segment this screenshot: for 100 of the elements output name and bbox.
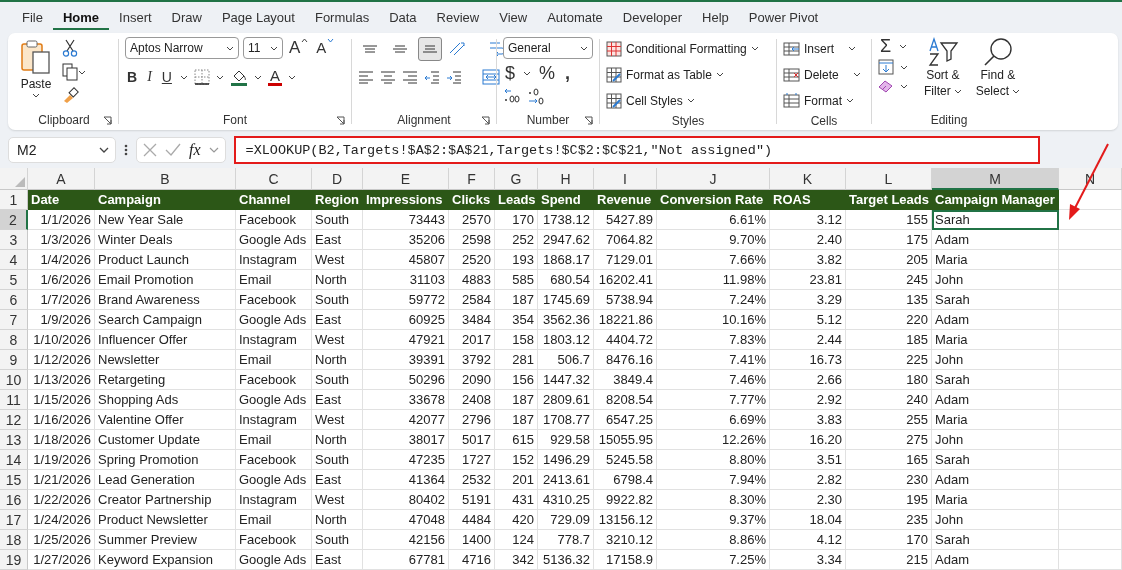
- row-number[interactable]: 8: [0, 330, 28, 350]
- row-number[interactable]: 10: [0, 370, 28, 390]
- decrease-font-button[interactable]: A: [314, 38, 337, 58]
- fill-bucket-icon[interactable]: [229, 68, 248, 86]
- row-number[interactable]: 4: [0, 250, 28, 270]
- ribbon-tab[interactable]: Formulas: [304, 6, 380, 29]
- row-number[interactable]: 13: [0, 430, 28, 450]
- column-letter[interactable]: E: [363, 168, 449, 190]
- row-number[interactable]: 16: [0, 490, 28, 510]
- row-number[interactable]: 3: [0, 230, 28, 250]
- sort-filter-button[interactable]: Sort & Filter: [924, 37, 962, 99]
- column-letter[interactable]: F: [449, 168, 495, 190]
- row-number[interactable]: 14: [0, 450, 28, 470]
- caret-icon[interactable]: [179, 74, 188, 80]
- column-letter[interactable]: I: [594, 168, 657, 190]
- row-number[interactable]: 1: [0, 190, 28, 210]
- ribbon-menu-button[interactable]: Delete: [783, 63, 861, 86]
- borders-icon[interactable]: [193, 69, 210, 85]
- row-number[interactable]: 6: [0, 290, 28, 310]
- column-letter[interactable]: C: [236, 168, 312, 190]
- row-number[interactable]: 2: [0, 210, 28, 230]
- dialog-launcher-icon[interactable]: [336, 116, 345, 125]
- column-letter[interactable]: B: [95, 168, 236, 190]
- caret-icon[interactable]: [215, 74, 224, 80]
- align-button[interactable]: [418, 37, 442, 61]
- row-number[interactable]: 17: [0, 510, 28, 530]
- align-left-icon[interactable]: [358, 70, 374, 84]
- column-letter[interactable]: D: [312, 168, 363, 190]
- caret-icon[interactable]: [287, 74, 296, 80]
- ribbon-menu-button[interactable]: Cell Styles: [606, 89, 695, 112]
- column-letter[interactable]: M: [932, 168, 1059, 190]
- fill-down-icon[interactable]: [878, 59, 894, 75]
- dialog-launcher-icon[interactable]: [584, 116, 593, 125]
- formula-field[interactable]: =XLOOKUP(B2,Targets!$A$2:$A$21,Targets!$C$2:$C$21,"Not assigned"): [233, 136, 1040, 164]
- caret-icon[interactable]: [253, 74, 262, 80]
- caret-icon[interactable]: [900, 64, 908, 70]
- ribbon-menu-button[interactable]: Conditional Formatting: [606, 37, 759, 60]
- ribbon-menu-button[interactable]: Format: [783, 89, 854, 112]
- increase-decimal-icon[interactable]: [503, 87, 521, 105]
- dialog-launcher-icon[interactable]: [103, 116, 112, 125]
- comma-style-button[interactable]: ,: [563, 63, 573, 83]
- caret-icon[interactable]: [899, 43, 908, 49]
- ribbon-menu-button[interactable]: Format as Table: [606, 63, 724, 86]
- find-select-button[interactable]: Find & Select: [975, 37, 1021, 99]
- align-right-icon[interactable]: [402, 70, 418, 84]
- caret-icon[interactable]: [78, 69, 86, 75]
- ribbon-tab[interactable]: Developer: [612, 6, 693, 29]
- ribbon-tab[interactable]: Home: [52, 5, 110, 30]
- ribbon-tab[interactable]: Insert: [109, 6, 162, 29]
- font-name-dropdown[interactable]: Aptos Narrow: [125, 37, 239, 59]
- row-number[interactable]: 15: [0, 470, 28, 490]
- column-letter[interactable]: H: [538, 168, 594, 190]
- row-number[interactable]: 5: [0, 270, 28, 290]
- align-center-icon[interactable]: [380, 70, 396, 84]
- row-number[interactable]: 18: [0, 530, 28, 550]
- font-size-dropdown[interactable]: 11: [243, 37, 283, 59]
- ribbon-tab[interactable]: Draw: [161, 6, 212, 29]
- ribbon-tab[interactable]: Review: [426, 6, 490, 29]
- dialog-launcher-icon[interactable]: [481, 116, 490, 125]
- scissors-icon[interactable]: [62, 39, 78, 57]
- column-letter[interactable]: J: [657, 168, 770, 190]
- column-letter[interactable]: G: [495, 168, 538, 190]
- percent-button[interactable]: %: [537, 63, 558, 83]
- currency-button[interactable]: $: [503, 63, 517, 83]
- wrap-text-icon[interactable]: [488, 39, 504, 59]
- insert-function-button[interactable]: fx: [189, 141, 201, 159]
- column-letter[interactable]: K: [770, 168, 846, 190]
- more-options-icon[interactable]: [124, 143, 128, 157]
- ribbon-tab[interactable]: Page Layout: [211, 6, 305, 29]
- name-box[interactable]: M2: [8, 137, 116, 163]
- font-color-button[interactable]: A: [267, 68, 282, 86]
- paste-button[interactable]: Paste: [16, 37, 56, 100]
- row-number[interactable]: 7: [0, 310, 28, 330]
- row-number[interactable]: 19: [0, 550, 28, 570]
- bold-button[interactable]: B: [125, 67, 140, 87]
- row-number[interactable]: 12: [0, 410, 28, 430]
- number-format-dropdown[interactable]: General: [503, 37, 593, 59]
- ribbon-tab[interactable]: File: [12, 6, 53, 29]
- ribbon-tab[interactable]: Help: [692, 6, 739, 29]
- eraser-icon[interactable]: [878, 79, 894, 93]
- checkmark-icon[interactable]: [165, 143, 181, 157]
- caret-icon[interactable]: [900, 83, 908, 89]
- merge-cells-icon[interactable]: [482, 69, 500, 85]
- column-letter[interactable]: A: [28, 168, 95, 190]
- row-number[interactable]: 11: [0, 390, 28, 410]
- orientation-icon[interactable]: [448, 41, 468, 57]
- paintbrush-icon[interactable]: [62, 87, 80, 103]
- autosum-button[interactable]: Σ: [878, 37, 894, 55]
- row-number[interactable]: 9: [0, 350, 28, 370]
- decrease-indent-icon[interactable]: [424, 70, 440, 84]
- copy-icon[interactable]: [62, 63, 78, 81]
- ribbon-menu-button[interactable]: Insert: [783, 37, 856, 60]
- ribbon-tab[interactable]: Power Pivot: [738, 6, 829, 29]
- increase-indent-icon[interactable]: [446, 70, 462, 84]
- ribbon-tab[interactable]: Data: [379, 6, 427, 29]
- ribbon-tab[interactable]: View: [489, 6, 538, 29]
- underline-button[interactable]: U: [159, 67, 174, 87]
- italic-button[interactable]: I: [145, 67, 154, 87]
- caret-icon[interactable]: [523, 70, 531, 76]
- decrease-decimal-icon[interactable]: [527, 87, 545, 105]
